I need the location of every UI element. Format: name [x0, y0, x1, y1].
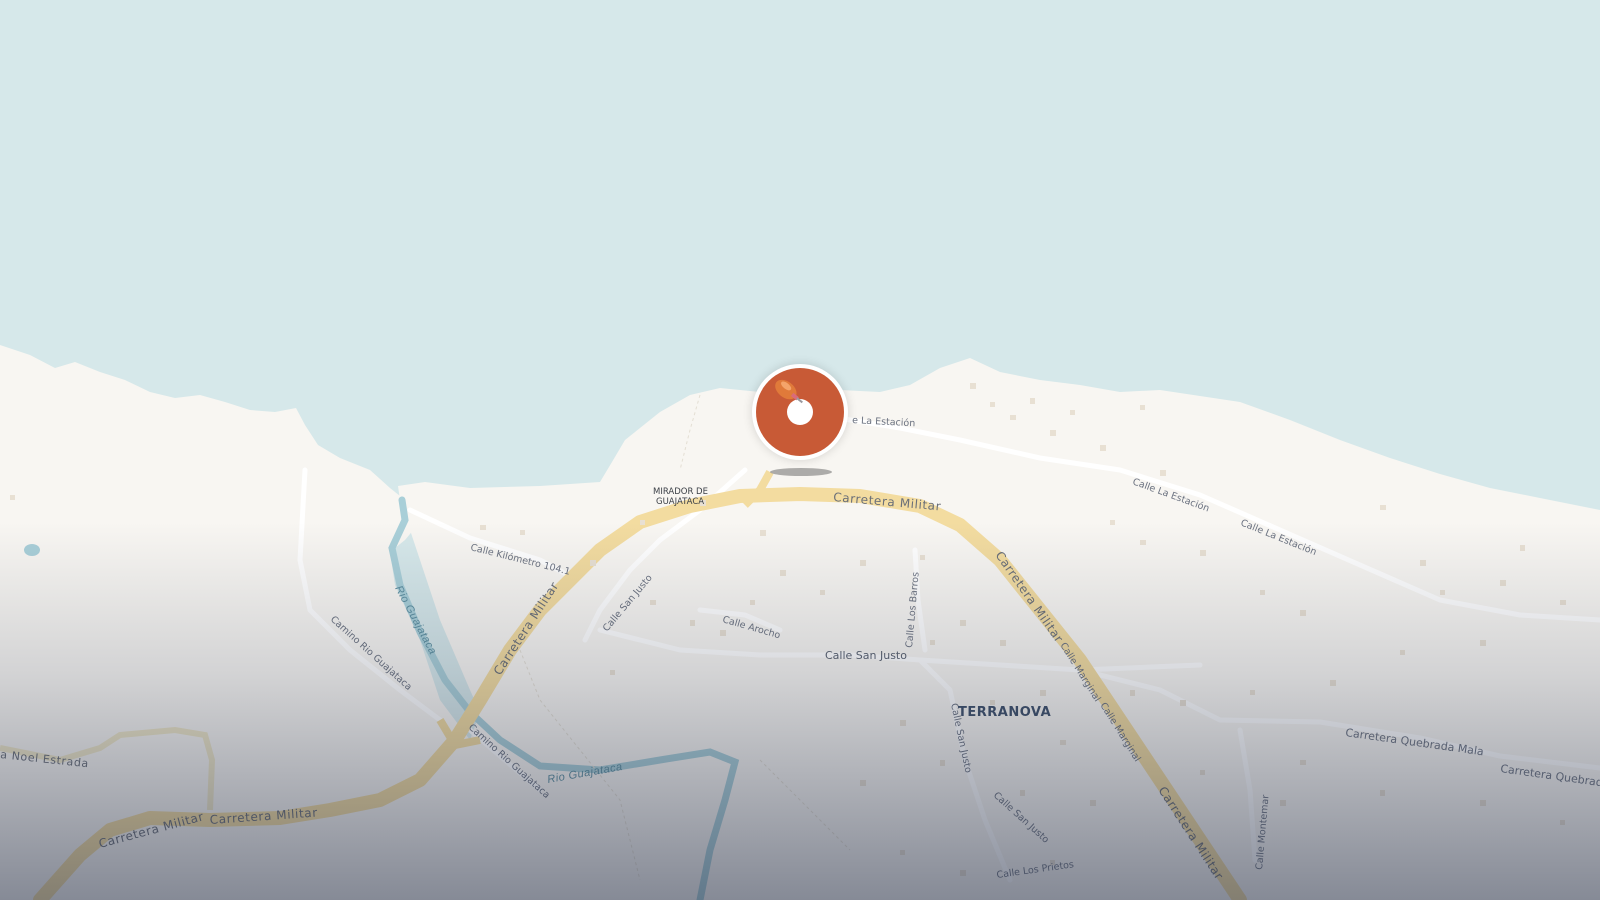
location-marker-fill — [756, 368, 844, 456]
poi-label-mirador: MIRADOR DE — [653, 487, 708, 497]
place-label-terranova: TERRANOVA — [958, 705, 1051, 720]
pond — [24, 544, 40, 556]
marker-shadow — [770, 468, 832, 476]
location-marker[interactable] — [752, 364, 848, 460]
label-calle-san-justo: Calle San Justo — [825, 649, 907, 662]
poi-label-mirador: GUAJATACA — [656, 497, 704, 507]
